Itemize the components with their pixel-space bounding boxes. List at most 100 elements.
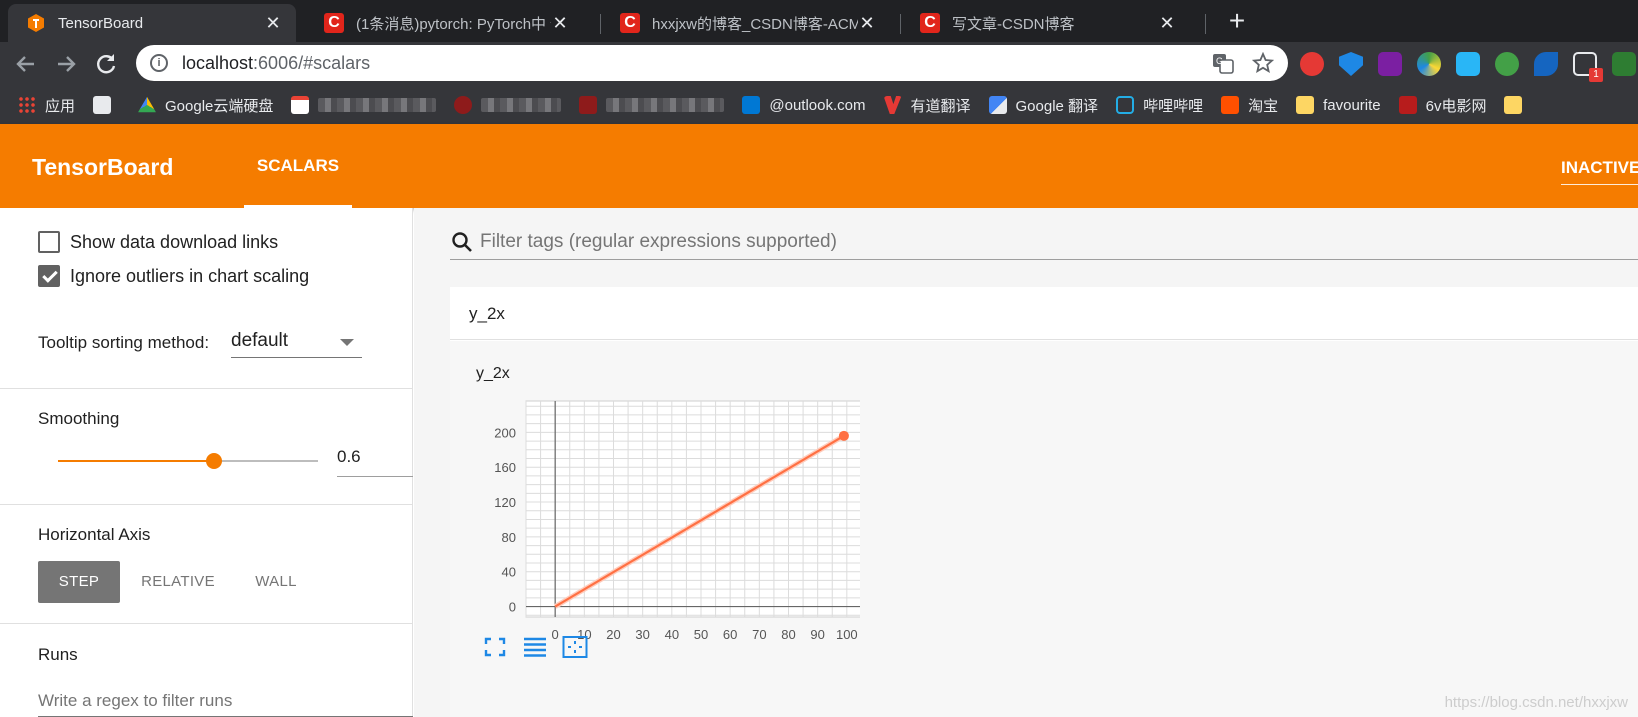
notification-extension-icon[interactable]: 1 bbox=[1573, 52, 1603, 82]
bookmark-label: 有道翻译 bbox=[910, 97, 971, 115]
tab-csdn-pytorch[interactable]: C (1条消息)pytorch: PyTorch中 使 ✕ bbox=[306, 4, 583, 42]
fit-domain-icon[interactable] bbox=[562, 635, 588, 659]
settings-sidebar: Show data download links Ignore outliers… bbox=[0, 208, 413, 717]
green-extension-icon[interactable] bbox=[1612, 52, 1636, 76]
bookmark-label: favourite bbox=[1323, 96, 1381, 114]
close-icon[interactable]: ✕ bbox=[264, 13, 282, 34]
bookmark-label: 哔哩哔哩 bbox=[1143, 97, 1204, 115]
x-tick-label: 40 bbox=[665, 627, 679, 642]
y-tick-label: 80 bbox=[502, 530, 516, 545]
bookmark-redacted[interactable] bbox=[454, 96, 562, 114]
smoothing-value-input[interactable]: 0.6 bbox=[337, 447, 413, 477]
series-end-point bbox=[838, 430, 849, 441]
tab-title: 写文章-CSDN博客 bbox=[952, 15, 1075, 33]
bookmark-favourite[interactable]: favourite bbox=[1296, 96, 1381, 114]
bookmark-more[interactable] bbox=[1504, 96, 1531, 114]
url-path: :6006/#scalars bbox=[253, 52, 371, 73]
x-tick-label: 30 bbox=[635, 627, 649, 642]
url-host: localhost bbox=[182, 52, 254, 73]
ignore-outliers-checkbox[interactable]: Ignore outliers in chart scaling bbox=[38, 265, 309, 287]
scalar-chart[interactable]: 0 10 20 30 40 50 60 70 80 90 10004080120160200 bbox=[460, 393, 860, 673]
6v-icon bbox=[1398, 96, 1417, 114]
bookmark-taobao[interactable]: 淘宝 bbox=[1221, 95, 1278, 116]
feather-extension-icon[interactable] bbox=[1534, 52, 1558, 76]
address-bar[interactable]: i localhost :6006/#scalars G bbox=[136, 45, 1288, 81]
tab-scalars[interactable]: SCALARS bbox=[244, 124, 352, 208]
tooltip-sorting-select[interactable]: default bbox=[231, 326, 362, 358]
tag-pane: y_2x y_2x 0 10 20 30 40 50 60 70 80 90 100 0 40 80 120… bbox=[450, 287, 1638, 717]
select-value: default bbox=[231, 330, 289, 351]
search-icon bbox=[452, 231, 472, 252]
tab-csdn-blog[interactable]: C hxxjxw的博客_CSDN博客-ACM, ✕ bbox=[602, 4, 890, 42]
close-icon[interactable]: ✕ bbox=[858, 13, 876, 34]
tab-tensorboard[interactable]: TensorBoard ✕ bbox=[8, 4, 296, 42]
slider-fill bbox=[58, 460, 214, 462]
outlook-icon bbox=[742, 96, 761, 114]
audio-extension-icon[interactable] bbox=[1495, 52, 1519, 76]
apps-grid-icon bbox=[18, 96, 36, 114]
slider-knob[interactable] bbox=[206, 453, 222, 469]
chart-title: y_2x bbox=[476, 365, 510, 382]
chevron-down-icon bbox=[340, 339, 354, 346]
x-tick-label: 60 bbox=[723, 627, 737, 642]
y-tick-label: 120 bbox=[494, 495, 516, 510]
bookmark-bilibili[interactable]: 哔哩哔哩 bbox=[1116, 95, 1203, 116]
x-tick-label: 50 bbox=[694, 627, 708, 642]
notification-badge: 1 bbox=[1589, 68, 1603, 82]
svg-text:G: G bbox=[1216, 56, 1223, 66]
folder-icon bbox=[1296, 96, 1315, 114]
close-icon[interactable]: ✕ bbox=[1158, 13, 1176, 34]
gmail-icon bbox=[291, 96, 310, 114]
infinity-extension-icon[interactable] bbox=[1300, 52, 1324, 76]
bookmark-youdao[interactable]: 有道翻译 bbox=[883, 95, 971, 116]
inactive-dashboards-dropdown[interactable]: INACTIVE bbox=[1561, 158, 1638, 185]
axis-step-button[interactable]: STEP bbox=[38, 561, 120, 603]
tab-title: hxxjxw的博客_CSDN博客-ACM, bbox=[652, 15, 858, 33]
checkbox-box-checked[interactable] bbox=[38, 265, 60, 287]
translate-icon[interactable]: G bbox=[1212, 52, 1234, 74]
plot-area bbox=[525, 400, 860, 618]
divider bbox=[0, 623, 413, 624]
fullscreen-icon[interactable] bbox=[482, 635, 508, 659]
info-icon[interactable]: i bbox=[150, 54, 168, 72]
tag-filter-input[interactable]: Filter tags (regular expressions support… bbox=[450, 224, 1638, 260]
shield-extension-icon[interactable] bbox=[1339, 52, 1363, 76]
redacted-label bbox=[606, 98, 725, 112]
forward-arrow-icon[interactable] bbox=[50, 48, 82, 80]
close-icon[interactable]: ✕ bbox=[551, 13, 569, 34]
smoothing-slider[interactable] bbox=[58, 453, 318, 469]
color-extension-icon[interactable] bbox=[1417, 52, 1441, 76]
puzzle-extension-icon[interactable] bbox=[1456, 52, 1480, 76]
tab-csdn-write[interactable]: C 写文章-CSDN博客 ✕ bbox=[902, 4, 1190, 42]
axis-relative-button[interactable]: RELATIVE bbox=[130, 561, 226, 603]
runs-filter-input[interactable]: Write a regex to filter runs bbox=[38, 691, 413, 717]
bookmark-star-icon[interactable] bbox=[1252, 52, 1274, 74]
new-tab-button[interactable]: + bbox=[1222, 7, 1252, 37]
pane-header[interactable]: y_2x bbox=[450, 287, 1638, 340]
bookmark-google-drive[interactable]: Google云端硬盘 bbox=[138, 95, 273, 116]
bookmark-apps[interactable]: 应用 bbox=[18, 95, 75, 116]
bookmark-6v[interactable]: 6v电影网 bbox=[1398, 95, 1486, 116]
x-tick-label: 100 bbox=[836, 627, 858, 642]
divider bbox=[0, 504, 413, 505]
checkbox-box[interactable] bbox=[38, 231, 60, 253]
y-tick-label: 200 bbox=[494, 425, 516, 440]
chart-card: y_2x 0 10 20 30 40 50 60 70 80 90 100 0 40 80 120 160 20… bbox=[450, 341, 1638, 717]
tensorboard-icon bbox=[28, 14, 44, 32]
log-scale-toggle-icon[interactable] bbox=[522, 635, 548, 659]
y-tick-label: 40 bbox=[502, 565, 516, 580]
bookmark-gmail[interactable] bbox=[291, 96, 437, 114]
onenote-extension-icon[interactable] bbox=[1378, 52, 1402, 76]
reload-icon[interactable] bbox=[90, 48, 122, 80]
tab-separator bbox=[900, 14, 901, 34]
tab-separator bbox=[600, 14, 601, 34]
bookmark-redacted[interactable] bbox=[579, 96, 725, 114]
watermark: https://blog.csdn.net/hxxjxw bbox=[1444, 694, 1628, 711]
back-arrow-icon[interactable] bbox=[10, 48, 42, 80]
axis-wall-button[interactable]: WALL bbox=[236, 561, 316, 603]
bookmark-folder[interactable] bbox=[93, 96, 120, 114]
bookmark-outlook[interactable]: @outlook.com bbox=[742, 96, 866, 114]
bookmark-google-translate[interactable]: Google 翻译 bbox=[988, 95, 1098, 116]
show-download-links-checkbox[interactable]: Show data download links bbox=[38, 231, 278, 253]
redacted-label bbox=[481, 98, 562, 112]
